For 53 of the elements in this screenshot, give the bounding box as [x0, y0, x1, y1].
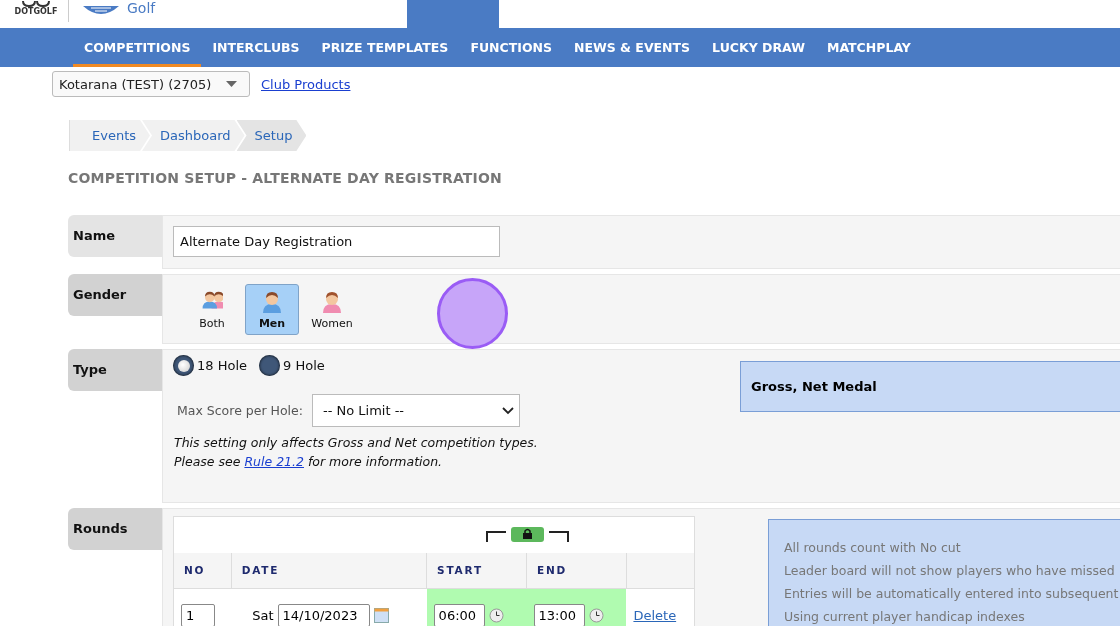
rule-link[interactable]: Rule 21.2	[244, 454, 304, 469]
subnav-tab[interactable]: LUCKY DRAW	[701, 28, 816, 67]
field-label: Type	[68, 349, 162, 391]
calendar-icon[interactable]	[373, 608, 389, 623]
gender-option[interactable]: Both	[185, 284, 239, 335]
field-label: Name	[68, 215, 162, 257]
column-header: START	[426, 552, 527, 589]
club-products-link[interactable]: Club Products	[261, 76, 351, 92]
clock-icon	[588, 608, 604, 623]
clock-icon	[488, 608, 504, 623]
summary-text: Gross, Net Medal	[740, 361, 1120, 412]
breadcrumb[interactable]: Dashboard	[142, 120, 245, 151]
gender-option[interactable]: Women	[305, 284, 359, 335]
field-label: Rounds	[68, 508, 162, 550]
person-icon	[321, 291, 343, 313]
lock-bracket-drawing[interactable]	[486, 526, 570, 543]
column-header: NO	[173, 552, 232, 589]
day-text: Sat	[252, 608, 274, 623]
note-text: Please see Rule 21.2 for more information.	[174, 454, 444, 469]
info-text: Using current player handicap indexes	[784, 609, 1026, 624]
radio-option[interactable]: 18 Hole	[173, 355, 247, 376]
subnav-tab[interactable]: COMPETITIONS	[73, 28, 202, 67]
person-icon	[261, 291, 283, 313]
field-label: Max Score per Hole:	[177, 403, 303, 418]
subnav-tab[interactable]: FUNCTIONS	[459, 28, 563, 67]
info-text: All rounds count with No cut	[784, 540, 962, 555]
brand-text: Golf	[127, 0, 156, 16]
column-header: DATE	[231, 552, 427, 589]
club-select[interactable]: Kotarana (TEST) (2705)	[52, 71, 250, 97]
date-field[interactable]: 14/10/2023	[277, 604, 370, 626]
gender-option[interactable]: Men	[245, 284, 299, 335]
max-score-select[interactable]: -- No Limit --	[311, 394, 520, 427]
note-text: This setting only affects Gross and Net competition types.	[174, 435, 538, 450]
subnav-tab[interactable]: MATCHPLAY	[815, 28, 922, 67]
start-time-field[interactable]: 06:00	[433, 604, 485, 626]
page-title: COMPETITION SETUP - ALTERNATE DAY REGISTRATION	[68, 170, 504, 186]
subnav-tab[interactable]: INTERCLUBS	[201, 28, 311, 67]
field-label: Gender	[68, 274, 162, 316]
subnav-tab[interactable]: NEWS & EVENTS	[562, 28, 702, 67]
logo-icon	[21, 1, 51, 7]
name-field[interactable]: Alternate Day Registration	[173, 226, 500, 257]
breadcrumb[interactable]: Setup	[236, 120, 307, 151]
info-text: Leader board will not show players who have missed	[784, 563, 1116, 578]
end-time-field[interactable]: 13:00	[533, 604, 585, 626]
logo-text: DOTGOLF	[14, 7, 58, 16]
radio-option[interactable]: 9 Hole	[259, 355, 325, 376]
subnav-tab[interactable]: PRIZE TEMPLATES	[310, 28, 460, 67]
round-number-field[interactable]: 1	[181, 604, 215, 626]
info-text: Entries will be automatically entered into subsequent	[784, 586, 1120, 601]
breadcrumb[interactable]: Events	[69, 120, 150, 151]
caret-icon	[500, 406, 515, 415]
dropdown-arrow-icon	[226, 81, 237, 87]
column-header: END	[526, 552, 627, 589]
